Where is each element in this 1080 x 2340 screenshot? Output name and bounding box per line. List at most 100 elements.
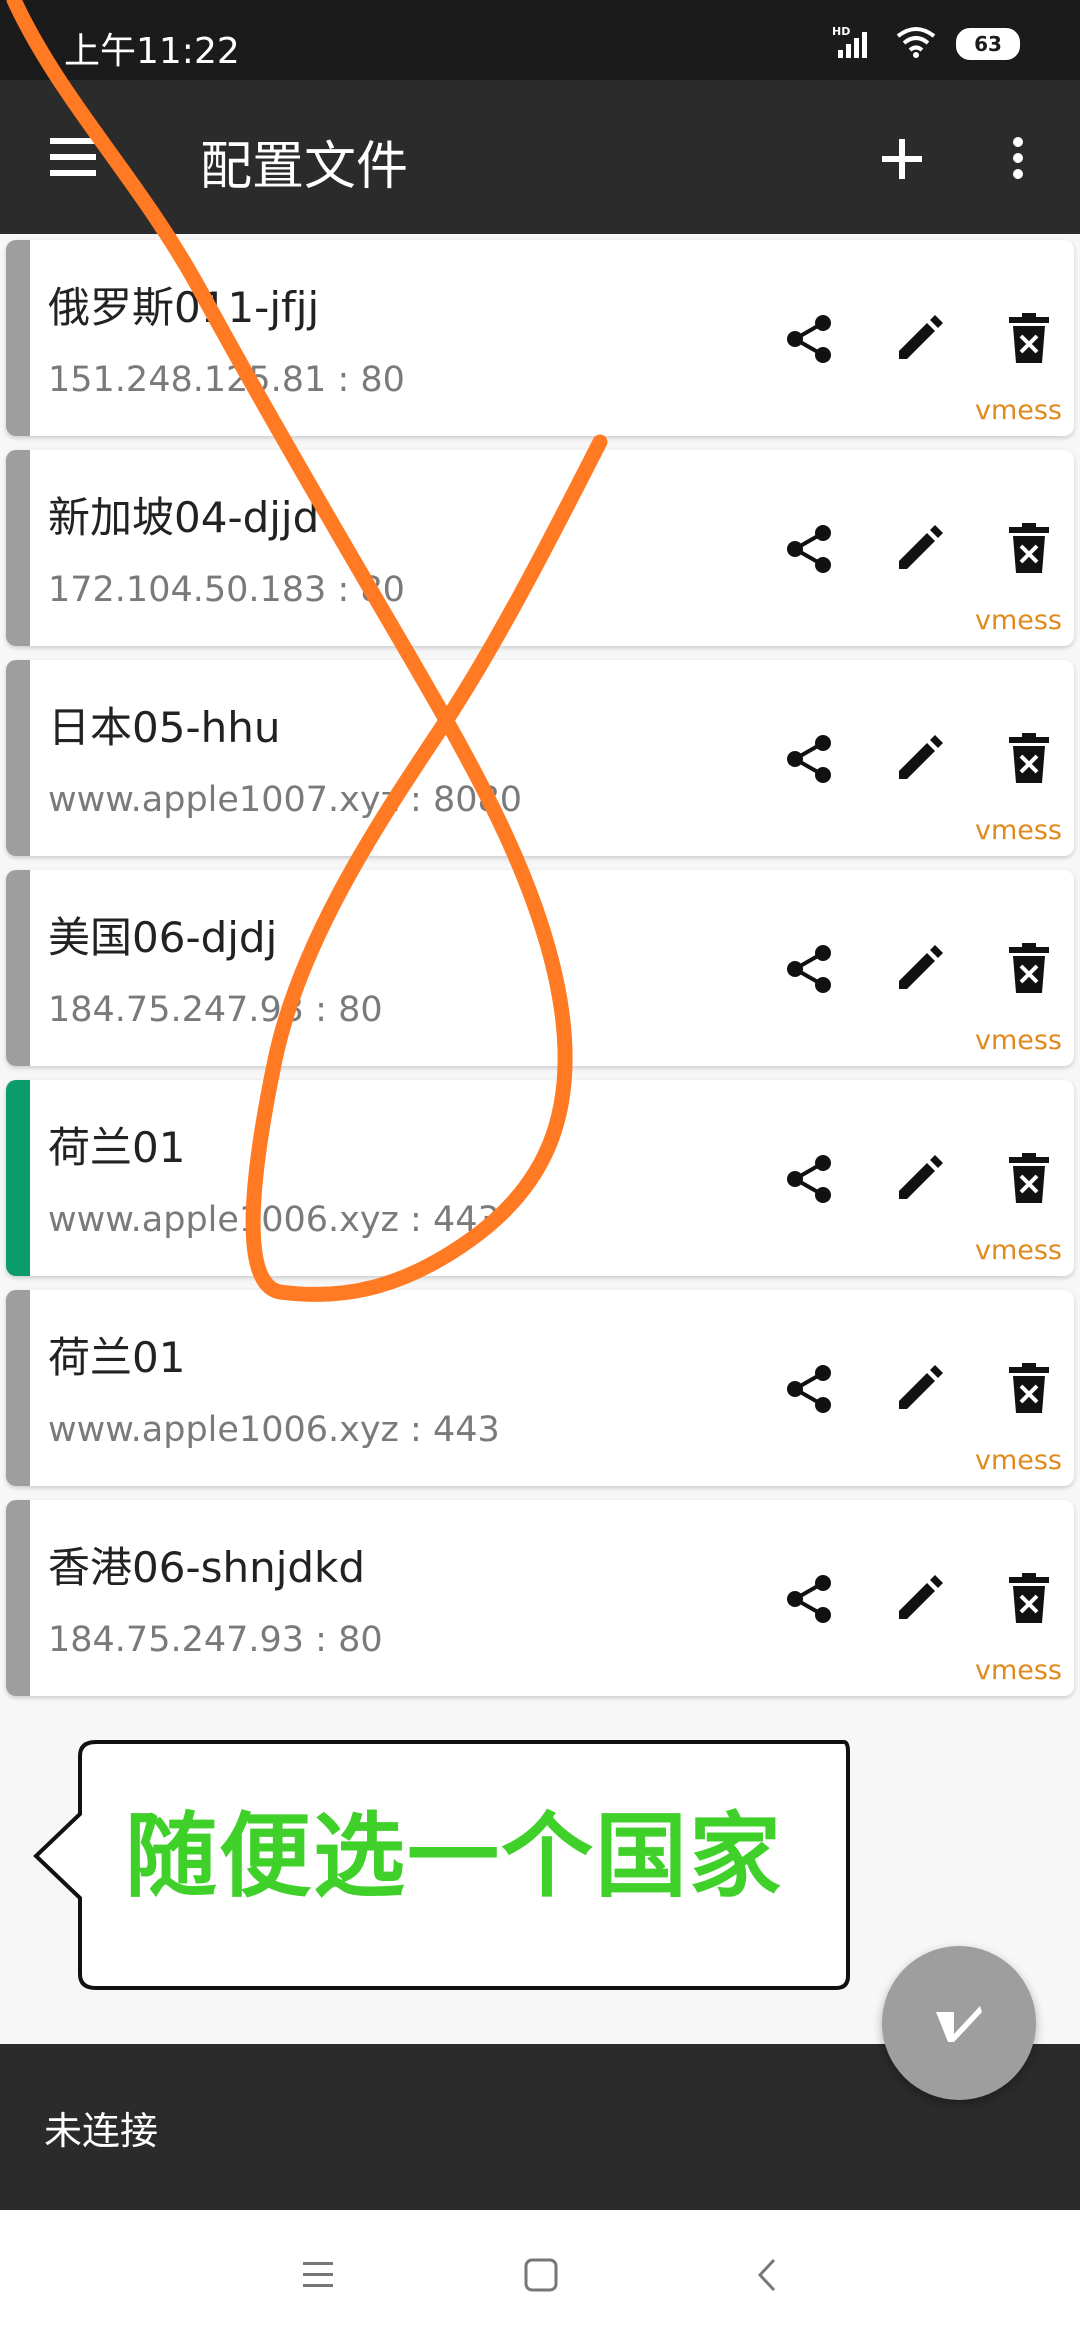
connect-fab[interactable] (882, 1946, 1036, 2100)
profile-address: 184.75.247.93 : 80 (48, 990, 383, 1030)
selection-stripe (6, 1080, 30, 1276)
delete-icon (1009, 733, 1049, 783)
connection-status: 未连接 (44, 2109, 159, 2153)
edit-icon (899, 315, 943, 359)
edit-icon (899, 1365, 943, 1409)
edit-button[interactable] (886, 1566, 952, 1632)
share-icon (787, 735, 831, 783)
signal-icon: HD (832, 24, 876, 64)
recents-icon (303, 2262, 333, 2287)
svg-text:HD: HD (832, 25, 850, 38)
protocol-label: vmess (974, 1445, 1062, 1476)
delete-button[interactable] (996, 1566, 1062, 1632)
delete-icon (1009, 1573, 1049, 1623)
share-button[interactable] (776, 1146, 842, 1212)
edit-icon (899, 1575, 943, 1619)
edit-icon (899, 525, 943, 569)
profile-name: 荷兰01 (48, 1123, 186, 1172)
delete-icon (1009, 943, 1049, 993)
delete-button[interactable] (996, 306, 1062, 372)
more-vert-icon (1013, 137, 1023, 179)
battery-indicator: 63 (956, 28, 1020, 60)
share-button[interactable] (776, 1356, 842, 1422)
delete-button[interactable] (996, 936, 1062, 1002)
v-logo-icon (936, 2006, 982, 2042)
profile-card[interactable]: 新加坡04-djjd 172.104.50.183 : 80 vmess (6, 450, 1074, 646)
profile-actions (776, 516, 1062, 582)
delete-icon (1009, 1363, 1049, 1413)
selection-stripe (6, 240, 30, 436)
page-title: 配置文件 (200, 137, 409, 197)
profile-card[interactable]: 美国06-djdj 184.75.247.93 : 80 vmess (6, 870, 1074, 1066)
selection-stripe (6, 870, 30, 1066)
profile-actions (776, 936, 1062, 1002)
edit-button[interactable] (886, 516, 952, 582)
share-button[interactable] (776, 726, 842, 792)
protocol-label: vmess (974, 605, 1062, 636)
delete-icon (1009, 1153, 1049, 1203)
back-button[interactable] (738, 2250, 798, 2300)
menu-button[interactable] (40, 128, 104, 188)
share-button[interactable] (776, 1566, 842, 1632)
back-icon (757, 2258, 776, 2292)
add-icon (882, 139, 922, 179)
edit-button[interactable] (886, 1356, 952, 1422)
recents-button[interactable] (288, 2250, 348, 2300)
profile-card-selected[interactable]: 荷兰01 www.apple1006.xyz : 443 vmess (6, 1080, 1074, 1276)
edit-button[interactable] (886, 1146, 952, 1212)
share-button[interactable] (776, 516, 842, 582)
profile-address: www.apple1006.xyz : 443 (48, 1200, 500, 1240)
edit-button[interactable] (886, 306, 952, 372)
profile-actions (776, 726, 1062, 792)
profile-card[interactable]: 荷兰01 www.apple1006.xyz : 443 vmess (6, 1290, 1074, 1486)
delete-icon (1009, 313, 1049, 363)
delete-icon (1009, 523, 1049, 573)
profile-name: 荷兰01 (48, 1333, 186, 1382)
wifi-icon (894, 24, 938, 64)
delete-button[interactable] (996, 516, 1062, 582)
app-toolbar: 配置文件 (0, 80, 1080, 234)
protocol-label: vmess (974, 815, 1062, 846)
edit-button[interactable] (886, 726, 952, 792)
annotation-callout: 随便选一个国家 (30, 1738, 850, 1993)
delete-button[interactable] (996, 1146, 1062, 1212)
profile-actions (776, 1146, 1062, 1212)
profile-address: 172.104.50.183 : 80 (48, 570, 405, 610)
status-bar: 上午11:22 HD 63 (0, 0, 1080, 80)
share-icon (787, 945, 831, 993)
share-icon (787, 1575, 831, 1623)
selection-stripe (6, 660, 30, 856)
protocol-label: vmess (974, 1235, 1062, 1266)
share-icon (787, 315, 831, 363)
status-icons: HD 63 (832, 24, 1020, 64)
profile-actions (776, 1566, 1062, 1632)
protocol-label: vmess (974, 1655, 1062, 1686)
system-nav-bar (0, 2210, 1080, 2340)
share-button[interactable] (776, 306, 842, 372)
edit-icon (899, 1155, 943, 1199)
home-button[interactable] (510, 2250, 570, 2300)
profile-actions (776, 306, 1062, 372)
share-icon (787, 1155, 831, 1203)
edit-button[interactable] (886, 936, 952, 1002)
profile-card[interactable]: 日本05-hhu www.apple1007.xyz : 8080 vmess (6, 660, 1074, 856)
status-time: 上午11:22 (64, 31, 240, 72)
profile-card[interactable]: 俄罗斯011-jfjj 151.248.125.81 : 80 vmess (6, 240, 1074, 436)
profile-name: 美国06-djdj (48, 913, 278, 962)
profile-card[interactable]: 香港06-shnjdkd 184.75.247.93 : 80 vmess (6, 1500, 1074, 1696)
delete-button[interactable] (996, 1356, 1062, 1422)
profile-address: 184.75.247.93 : 80 (48, 1620, 383, 1660)
profile-name: 新加坡04-djjd (48, 493, 320, 542)
selection-stripe (6, 1290, 30, 1486)
protocol-label: vmess (974, 1025, 1062, 1056)
selection-stripe (6, 1500, 30, 1696)
delete-button[interactable] (996, 726, 1062, 792)
edit-icon (899, 945, 943, 989)
more-options-button[interactable] (996, 122, 1040, 192)
profile-address: www.apple1006.xyz : 443 (48, 1410, 500, 1450)
profile-address: 151.248.125.81 : 80 (48, 360, 405, 400)
edit-icon (899, 735, 943, 779)
selection-stripe (6, 450, 30, 646)
add-profile-button[interactable] (872, 122, 932, 192)
share-button[interactable] (776, 936, 842, 1002)
